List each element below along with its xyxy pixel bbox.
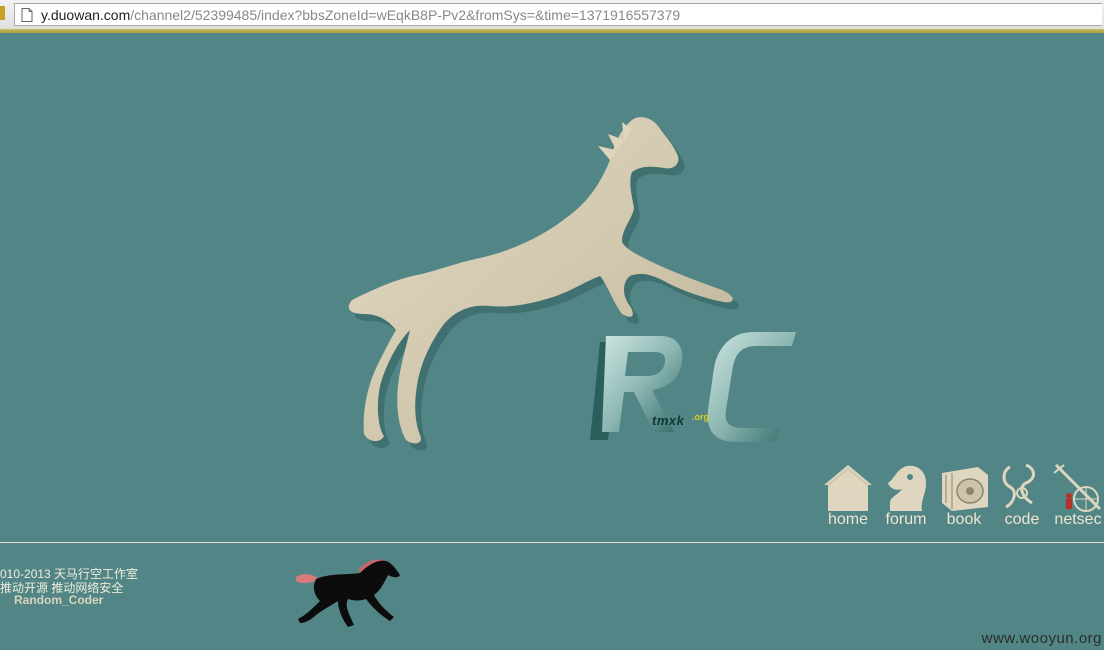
address-bar[interactable]: y.duowan.com/channel2/52399485/index?bbs…: [14, 3, 1102, 26]
nav-netsec-label: netsec: [1054, 511, 1102, 528]
running-horse-icon: [296, 559, 400, 627]
nav-forum-label: forum: [885, 511, 927, 528]
nav-code-label: code: [1004, 511, 1040, 528]
code-glyph-icon: [1002, 463, 1035, 509]
nav-code[interactable]: code: [996, 463, 1048, 533]
url-host: y.duowan.com: [41, 7, 131, 23]
book-disc-icon: [942, 467, 988, 511]
house-icon: [824, 465, 872, 511]
nav-book-label: book: [946, 511, 982, 528]
watermark-text: www.wooyun.org: [981, 630, 1102, 647]
browser-edge-mark: [0, 6, 5, 20]
nav-netsec[interactable]: netsec: [1052, 463, 1104, 533]
chess-knight-icon: [888, 465, 926, 511]
footer-divider: [0, 542, 1104, 543]
nav-forum[interactable]: forum: [880, 463, 932, 533]
logo-subtext: tmxk: [652, 413, 685, 428]
nav-book[interactable]: book: [938, 463, 990, 533]
url-path: /channel2/52399485/index?bbsZoneId=wEqkB…: [130, 7, 681, 23]
nav-home[interactable]: home: [822, 463, 874, 533]
browser-toolbar: y.duowan.com/channel2/52399485/index?bbs…: [0, 0, 1104, 31]
logo-subtext-suffix: .org: [692, 412, 709, 422]
url-text[interactable]: y.duowan.com/channel2/52399485/index?bbs…: [41, 6, 680, 24]
nav-home-label: home: [827, 511, 869, 528]
toolbar-stripe: [0, 29, 1104, 33]
sword-globe-icon: [1053, 463, 1102, 512]
page-icon: [21, 8, 33, 22]
rc-horse-logo: [348, 117, 796, 451]
logo-letter-c: [707, 332, 796, 442]
footer-author: Random_Coder: [14, 593, 104, 607]
